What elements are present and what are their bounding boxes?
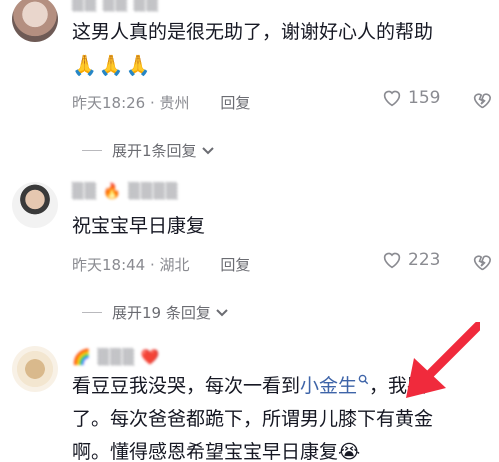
- expand-replies-label: 展开1条回复: [112, 142, 197, 160]
- divider-line: [82, 150, 102, 151]
- comment-meta: 昨天18:44 · 湖北 回复: [72, 254, 250, 275]
- avatar[interactable]: [12, 182, 58, 228]
- expand-replies-label: 展开19 条回复: [112, 304, 211, 322]
- username-blurred[interactable]: ▒▒ ▒▒ ▒▒: [72, 0, 159, 12]
- broken-heart-icon: [473, 255, 492, 271]
- comment-text: 这男人真的是很无助了，谢谢好心人的帮助 🙏🙏🙏: [72, 16, 443, 83]
- chevron-down-icon: [201, 146, 214, 154]
- avatar[interactable]: [12, 0, 58, 42]
- heart-icon: [383, 252, 401, 269]
- reply-button[interactable]: 回复: [220, 94, 250, 112]
- praying-hands-icon: 🙏🙏🙏: [72, 53, 153, 77]
- like-button[interactable]: 159: [382, 88, 440, 108]
- timestamp-location: 昨天18:26 · 贵州: [72, 94, 190, 112]
- expand-replies-button[interactable]: 展开1条回复: [82, 140, 215, 161]
- divider-line: [82, 312, 102, 313]
- username-blurred[interactable]: 🌈 ▒▒▒ ❤️: [72, 348, 161, 366]
- comment-text: 祝宝宝早日康复: [72, 215, 206, 237]
- comment-text-main: 这男人真的是很无助了，谢谢好心人的帮助: [72, 21, 434, 43]
- broken-heart-icon: [473, 93, 492, 109]
- comment-meta: 昨天18:26 · 贵州 回复: [72, 92, 250, 113]
- expand-replies-button[interactable]: 展开19 条回复: [82, 302, 229, 323]
- username-blurred[interactable]: ▒▒ 🔥 ▒▒▒▒: [72, 182, 178, 200]
- chevron-down-icon: [216, 308, 228, 316]
- crying-face-icon: 😭: [338, 441, 361, 462]
- like-count: 223: [408, 250, 441, 270]
- search-link[interactable]: 小金生: [300, 374, 369, 397]
- avatar[interactable]: [12, 346, 58, 392]
- reply-button[interactable]: 回复: [220, 256, 250, 274]
- search-icon: [358, 374, 369, 384]
- like-count: 159: [408, 88, 441, 108]
- comment-text: 看豆豆我没哭，每次一看到小金生 ，我哭了。每次爸爸都跪下，所谓男儿膝下有黄金啊。懂…: [72, 370, 439, 462]
- timestamp-location: 昨天18:44 · 湖北: [72, 256, 190, 274]
- dislike-button[interactable]: [472, 91, 492, 113]
- heart-icon: [383, 90, 401, 107]
- comment-text-part1: 看豆豆我没哭，每次一看到: [72, 375, 301, 397]
- like-button[interactable]: 223: [382, 250, 440, 270]
- annotation-arrow-icon: [406, 322, 480, 398]
- search-link-text: 小金生: [300, 375, 358, 397]
- dislike-button[interactable]: [472, 253, 492, 275]
